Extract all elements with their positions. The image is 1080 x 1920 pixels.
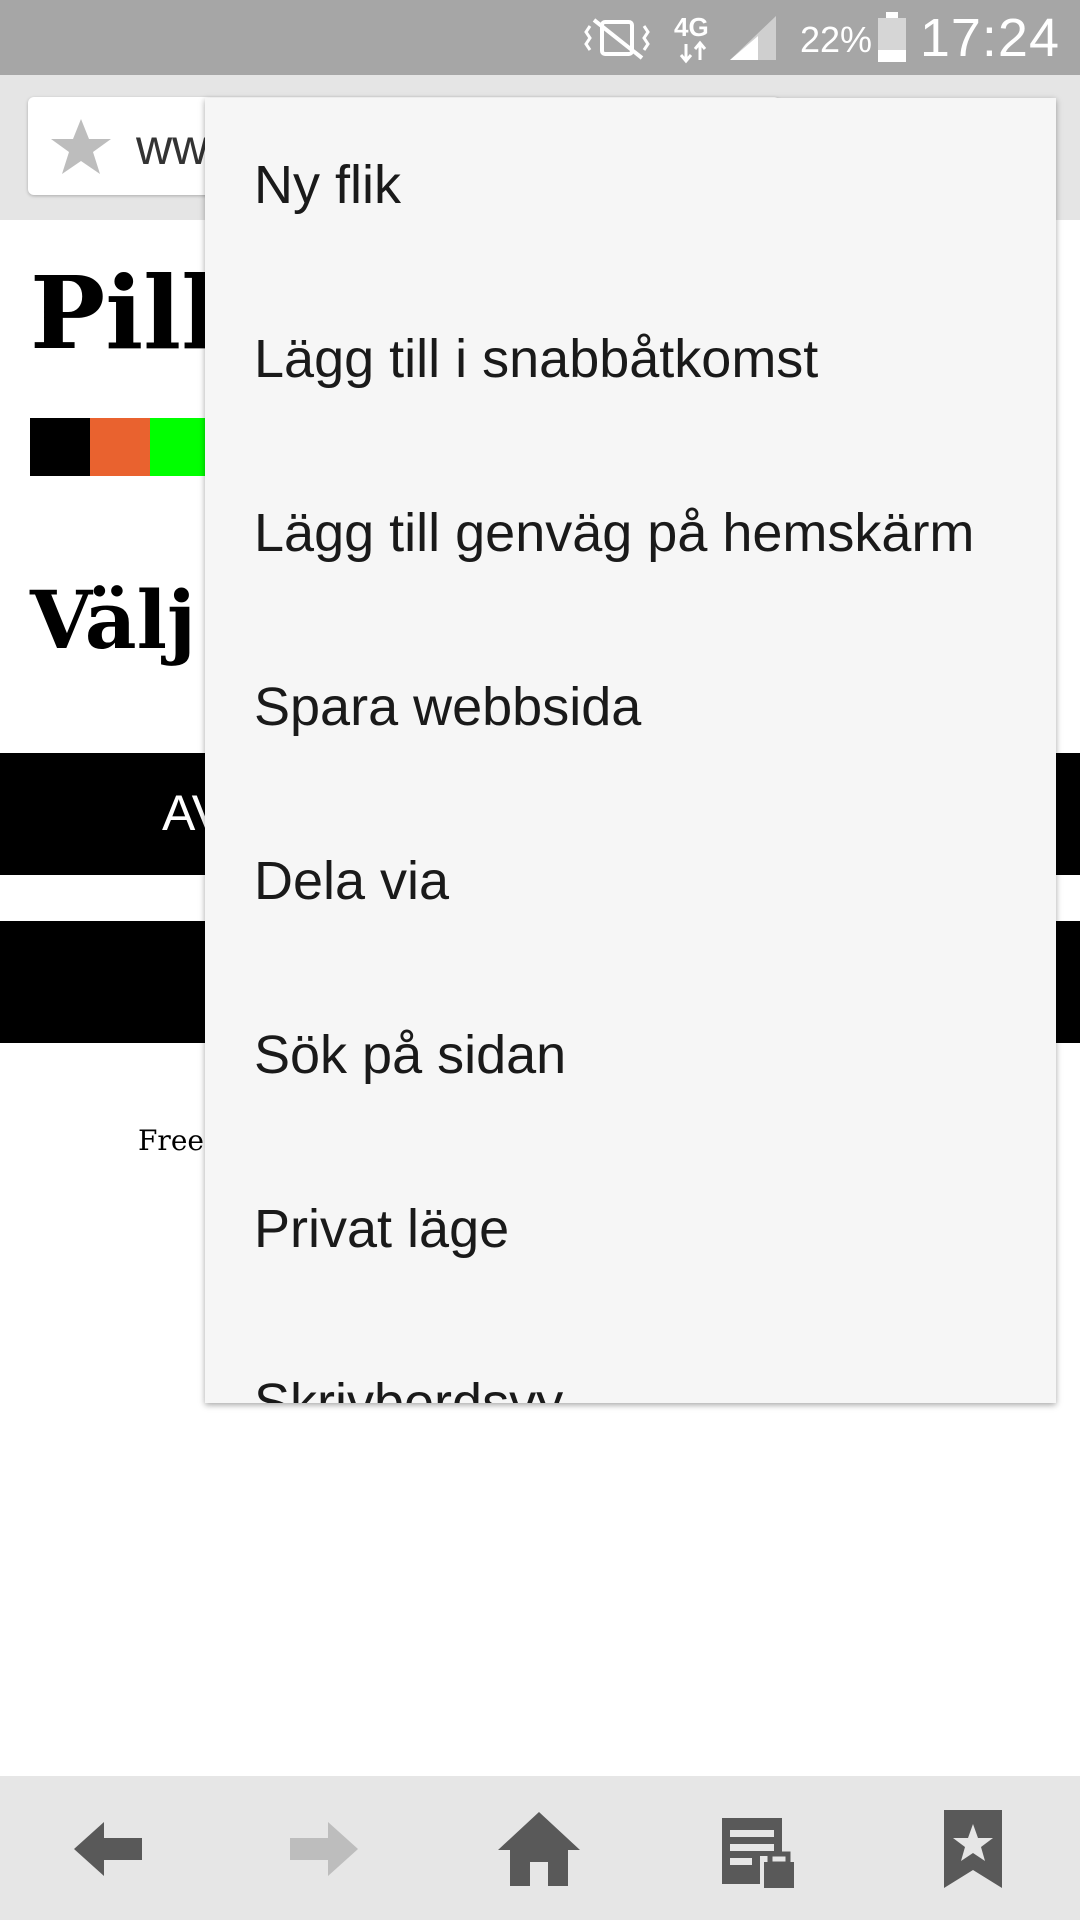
menu-item-label: Ny flik <box>254 155 401 215</box>
bookmarks-icon[interactable] <box>928 1804 1018 1894</box>
menu-item-save-webpage[interactable]: Spara webbsida <box>205 620 1056 794</box>
menu-item-label: Skrivbordsvy <box>254 1373 564 1403</box>
color-swatch-green <box>150 418 210 476</box>
color-swatch-orange <box>90 418 150 476</box>
browser-overflow-menu: Ny flik Lägg till i snabbåtkomst Lägg ti… <box>205 98 1056 1403</box>
menu-item-label: Dela via <box>254 851 450 911</box>
vibrate-mute-icon <box>584 18 650 60</box>
page-subtitle: Välj <box>30 573 196 667</box>
menu-item-desktop-view[interactable]: Skrivbordsvy <box>205 1316 1056 1403</box>
menu-item-label: Spara webbsida <box>254 677 642 737</box>
menu-item-label: Privat läge <box>254 1199 510 1259</box>
clock: 17:24 <box>919 8 1060 68</box>
battery-percentage: 22% <box>800 19 873 60</box>
status-bar: 4G 22% 17:24 <box>0 0 1080 75</box>
battery-icon <box>878 12 906 62</box>
back-icon[interactable] <box>64 1804 154 1894</box>
signal-icon <box>730 16 776 60</box>
menu-item-label: Sök på sidan <box>254 1025 567 1085</box>
menu-item-label: Lägg till genväg på hemskärm <box>254 503 975 563</box>
home-icon[interactable] <box>494 1804 584 1894</box>
menu-item-add-to-quick-access[interactable]: Lägg till i snabbåtkomst <box>205 272 1056 446</box>
forward-icon[interactable] <box>278 1804 368 1894</box>
menu-item-share-via[interactable]: Dela via <box>205 794 1056 968</box>
svg-text:4G: 4G <box>674 12 709 42</box>
menu-item-private-mode[interactable]: Privat läge <box>205 1142 1056 1316</box>
star-icon[interactable] <box>48 117 114 177</box>
saved-pages-icon[interactable] <box>712 1804 802 1894</box>
bottom-toolbar <box>0 1776 1080 1920</box>
menu-item-label: Lägg till i snabbåtkomst <box>254 329 819 389</box>
color-swatch-black <box>30 418 90 476</box>
menu-item-add-shortcut-homescreen[interactable]: Lägg till genväg på hemskärm <box>205 446 1056 620</box>
network-4g-icon: 4G <box>674 12 709 64</box>
menu-item-new-tab[interactable]: Ny flik <box>205 98 1056 272</box>
color-swatch-bar <box>30 418 210 476</box>
menu-item-find-on-page[interactable]: Sök på sidan <box>205 968 1056 1142</box>
page-small-text: Free <box>138 1124 204 1157</box>
